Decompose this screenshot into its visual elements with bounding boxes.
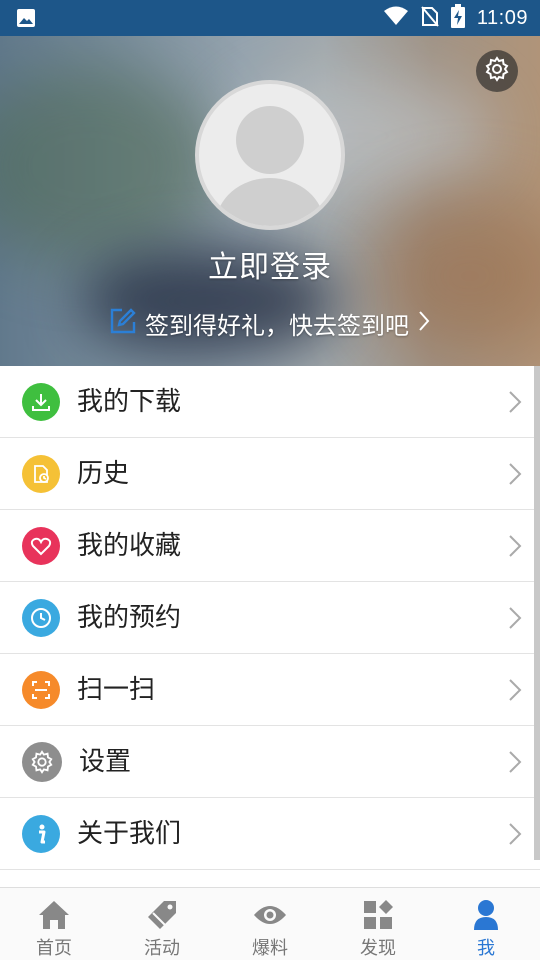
menu-label: 我的收藏	[77, 531, 182, 561]
menu-label: 历史	[77, 459, 130, 489]
eye-icon	[252, 898, 288, 932]
info-icon	[22, 815, 60, 853]
tab-activities[interactable]: 活动	[108, 888, 216, 960]
menu-label: 关于我们	[77, 819, 182, 849]
chevron-right-icon	[509, 463, 522, 485]
image-icon	[16, 8, 36, 28]
no-sim-icon	[421, 5, 439, 31]
chevron-right-icon	[417, 309, 431, 339]
signin-prompt[interactable]: 签到得好礼，快去签到吧	[0, 306, 540, 341]
battery-charging-icon	[450, 4, 465, 32]
status-bar: 11:09	[0, 0, 540, 36]
clock-time: 11:09	[476, 6, 528, 29]
tab-label: 活动	[144, 938, 180, 959]
user-icon	[468, 898, 504, 932]
menu-item-history[interactable]: 历史	[0, 438, 540, 510]
history-icon	[22, 455, 60, 493]
tab-label: 首页	[36, 938, 72, 959]
chevron-right-icon	[509, 679, 522, 701]
menu-item-downloads[interactable]: 我的下载	[0, 366, 540, 438]
download-icon	[22, 383, 60, 421]
menu-item-about[interactable]: 关于我们	[0, 798, 540, 870]
tab-me[interactable]: 我	[432, 888, 540, 960]
menu-label: 我的预约	[77, 603, 182, 633]
menu-item-settings[interactable]: 设置	[0, 726, 540, 798]
tab-discover[interactable]: 发现	[324, 888, 432, 960]
chevron-right-icon	[509, 391, 522, 413]
menu-list: 我的下载 历史 我的收藏 我的预约 扫一扫 设置 关于我们	[0, 366, 540, 870]
menu-item-scan[interactable]: 扫一扫	[0, 654, 540, 726]
scrollbar[interactable]	[534, 366, 540, 860]
wifi-icon	[383, 6, 409, 30]
signin-text: 签到得好礼，快去签到吧	[145, 312, 409, 340]
chevron-right-icon	[509, 607, 522, 629]
home-icon	[36, 898, 72, 932]
tab-home[interactable]: 首页	[0, 888, 108, 960]
bottom-tab-bar: 首页 活动 爆料 发现 我	[0, 887, 540, 960]
profile-header: 立即登录 签到得好礼，快去签到吧	[0, 36, 540, 366]
chevron-right-icon	[509, 823, 522, 845]
tag-icon	[144, 898, 180, 932]
tab-label: 我	[477, 938, 495, 959]
tab-reports[interactable]: 爆料	[216, 888, 324, 960]
gear-icon	[484, 56, 510, 86]
menu-label: 扫一扫	[77, 675, 156, 705]
login-button[interactable]: 立即登录	[0, 242, 540, 286]
menu-label: 设置	[79, 747, 132, 777]
grid-icon	[360, 898, 396, 932]
heart-icon	[22, 527, 60, 565]
tab-label: 发现	[360, 938, 396, 959]
chevron-right-icon	[509, 535, 522, 557]
chevron-right-icon	[509, 751, 522, 773]
edit-icon	[109, 307, 137, 341]
menu-label: 我的下载	[77, 387, 182, 417]
avatar[interactable]	[195, 80, 345, 230]
menu-item-favorites[interactable]: 我的收藏	[0, 510, 540, 582]
clock-icon	[22, 599, 60, 637]
settings-button[interactable]	[476, 50, 518, 92]
gear-icon	[22, 742, 62, 782]
tab-label: 爆料	[252, 938, 288, 959]
menu-item-reservations[interactable]: 我的预约	[0, 582, 540, 654]
scan-icon	[22, 671, 60, 709]
